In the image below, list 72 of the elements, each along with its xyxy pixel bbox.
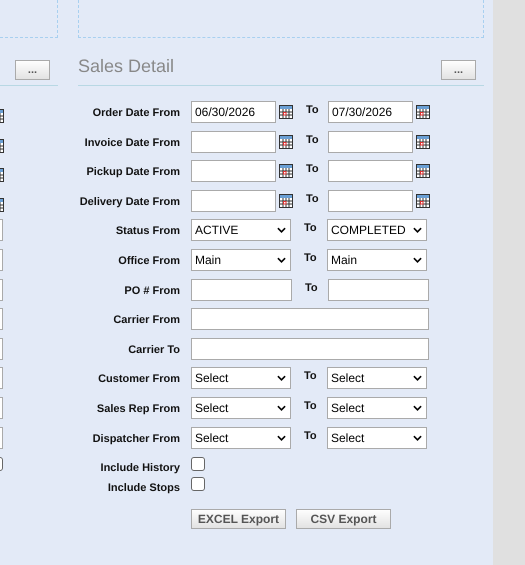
chevron-down-icon [413, 434, 422, 441]
date-field[interactable]: 06/30/2026 [191, 101, 276, 123]
chevron-down-icon [277, 256, 286, 263]
input-field[interactable] [191, 308, 429, 330]
calendar-icon[interactable] [416, 164, 430, 178]
field-label: Invoice Date From [84, 136, 180, 149]
to-label: To [303, 398, 315, 413]
dropdown[interactable]: Select [327, 396, 427, 419]
dropdown[interactable]: Select [327, 367, 427, 390]
dropdown[interactable]: Select [191, 396, 291, 419]
calendar-icon[interactable] [279, 164, 293, 178]
dropdown[interactable]: ACTIVE [191, 219, 291, 242]
field-label: Sales Rep From [96, 402, 180, 415]
field-label: Order Date From [92, 107, 180, 119]
to-label: To [303, 369, 315, 384]
field-label: Pickup Date From [86, 166, 180, 178]
to-label: To [305, 132, 316, 147]
date-field[interactable] [191, 130, 276, 153]
to-label: To [303, 250, 315, 265]
field-label: Status From [116, 225, 180, 238]
chevron-down-icon [277, 375, 286, 382]
date-field[interactable] [191, 160, 276, 182]
chevron-down-icon [413, 375, 422, 382]
to-label: To [305, 103, 316, 117]
field-label: Customer From [98, 373, 180, 386]
date-field[interactable]: 07/30/2026 [328, 101, 413, 123]
calendar-icon[interactable] [279, 194, 293, 208]
chevron-down-icon [277, 404, 286, 411]
to-label: To [303, 428, 315, 443]
to-label: To [305, 162, 316, 176]
field-label: Office From [118, 254, 180, 267]
field-label: Delivery Date From [80, 196, 180, 208]
dropdown[interactable]: Select [327, 426, 427, 449]
calendar-icon[interactable] [416, 105, 430, 119]
calendar-icon[interactable] [279, 134, 293, 149]
input-field[interactable] [191, 278, 292, 301]
dropdown[interactable]: Main [191, 248, 291, 271]
chevron-down-icon [277, 434, 286, 441]
input-field[interactable] [191, 338, 429, 360]
field-label: PO # From [124, 284, 180, 297]
date-field[interactable] [328, 190, 413, 212]
export-button[interactable]: EXCEL Export [191, 509, 286, 530]
dropdown[interactable]: Main [327, 248, 427, 271]
date-field[interactable] [328, 160, 413, 182]
dropdown[interactable]: Select [191, 367, 291, 390]
more-button[interactable]: ... [441, 60, 476, 80]
more-button[interactable]: ... [15, 60, 50, 80]
panel-outline [0, 0, 58, 38]
section-title: Sales Detail [78, 56, 174, 77]
calendar-icon[interactable] [416, 134, 430, 149]
export-button[interactable]: CSV Export [296, 509, 391, 530]
field-label: Carrier To [128, 344, 180, 356]
chevron-down-icon [413, 404, 422, 411]
to-label: To [304, 280, 316, 295]
date-field[interactable] [191, 190, 276, 212]
calendar-icon[interactable] [279, 105, 293, 119]
field-label: Include History [100, 462, 180, 474]
date-field[interactable] [328, 130, 413, 153]
to-label: To [303, 221, 315, 236]
chevron-down-icon [277, 227, 286, 234]
field-label: Include Stops [108, 482, 180, 494]
field-label: Dispatcher From [92, 432, 180, 445]
dropdown[interactable]: Select [191, 426, 291, 449]
checkbox[interactable] [191, 477, 205, 492]
input-field[interactable] [328, 278, 429, 301]
chevron-down-icon [413, 227, 422, 234]
calendar-icon[interactable] [416, 194, 430, 208]
field-label: Carrier From [113, 314, 180, 326]
checkbox[interactable] [191, 457, 205, 472]
dropdown[interactable]: COMPLETED [327, 219, 427, 242]
to-label: To [305, 192, 316, 206]
chevron-down-icon [413, 256, 422, 263]
